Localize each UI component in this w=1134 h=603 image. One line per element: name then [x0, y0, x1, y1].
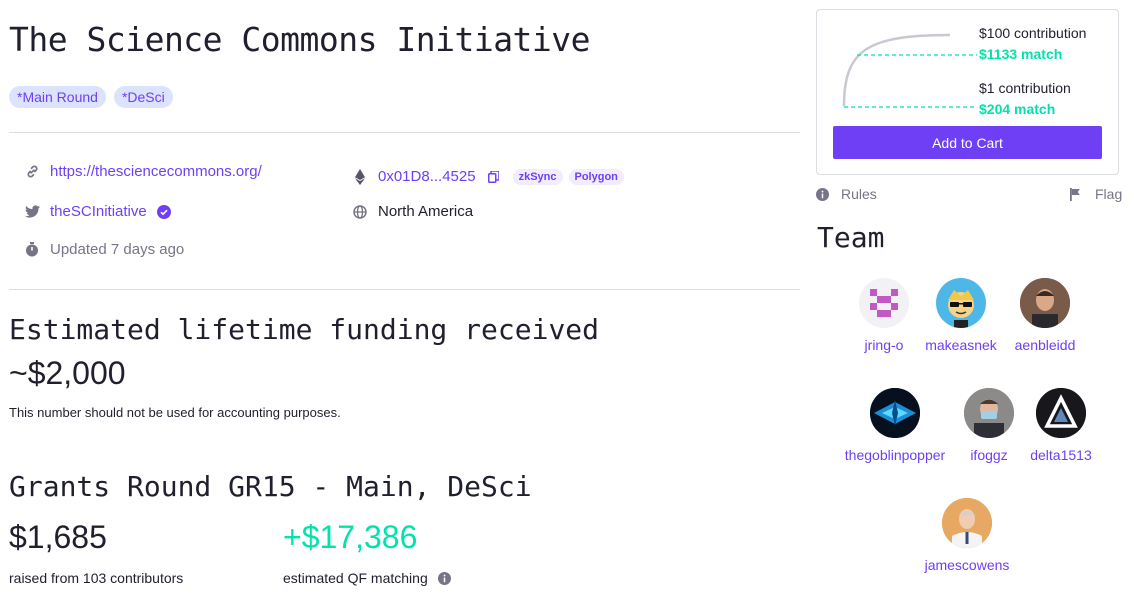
info-icon[interactable] [437, 572, 451, 588]
bottom-contribution-label: $1 contribution [979, 80, 1071, 96]
verified-badge-icon [156, 204, 171, 219]
wallet-address[interactable]: 0x01D8...4525 [378, 168, 476, 185]
website-row: https://thesciencecommons.org/ [24, 163, 262, 180]
match-estimate-card: $100 contribution $1133 match $1 contrib… [816, 9, 1119, 175]
tag-desci[interactable]: *DeSci [113, 86, 173, 108]
team-member[interactable]: aenbleidd [990, 278, 1100, 353]
ethereum-icon [352, 168, 368, 185]
flag-link[interactable]: Flag [1070, 186, 1122, 202]
member-name[interactable]: aenbleidd [990, 337, 1100, 353]
stopwatch-icon [24, 242, 40, 258]
info-icon [816, 187, 829, 201]
funding-heading: Estimated lifetime funding received [9, 313, 600, 346]
copy-icon[interactable] [487, 170, 499, 183]
funding-amount: ~$2,000 [9, 355, 126, 391]
region-row: North America [352, 203, 473, 220]
raised-label: raised from 103 contributors [9, 570, 184, 586]
top-contribution-label: $100 contribution [979, 25, 1087, 41]
divider [9, 132, 800, 133]
avatar [942, 498, 992, 548]
website-link[interactable]: https://thesciencecommons.org/ [50, 163, 262, 180]
avatar [1020, 278, 1070, 328]
top-match-value: $1133 match [979, 46, 1063, 62]
chain-badge-polygon: Polygon [568, 168, 624, 185]
tag-list: *Main Round *DeSci [9, 86, 173, 108]
matching-label: estimated QF matching [283, 570, 451, 588]
avatar [1036, 388, 1086, 438]
address-row: 0x01D8...4525 zkSync Polygon [352, 168, 624, 185]
chain-badge-zksync: zkSync [512, 168, 563, 185]
twitter-icon [24, 204, 40, 220]
team-member[interactable]: delta1513 [1006, 388, 1116, 463]
link-icon [24, 164, 40, 180]
bottom-match-value: $204 match [979, 101, 1056, 117]
team-heading: Team [817, 221, 885, 254]
funding-note: This number should not be used for accou… [9, 405, 341, 420]
twitter-link[interactable]: theSCInitiative [50, 203, 147, 220]
updated-text: Updated 7 days ago [50, 241, 185, 258]
region-text: North America [378, 203, 474, 220]
member-name[interactable]: jamescowens [912, 557, 1022, 573]
raised-amount: $1,685 [9, 519, 107, 555]
updated-row: Updated 7 days ago [24, 241, 184, 258]
matching-amount: +$17,386 [283, 519, 418, 555]
team-member[interactable]: jamescowens [912, 498, 1022, 573]
flag-icon [1070, 187, 1083, 201]
avatar [859, 278, 909, 328]
twitter-row: theSCInitiative [24, 203, 171, 220]
globe-icon [352, 204, 368, 220]
avatar [870, 388, 920, 438]
rules-link[interactable]: Rules [816, 186, 877, 202]
member-name[interactable]: delta1513 [1006, 447, 1116, 463]
tag-main-round[interactable]: *Main Round [9, 86, 106, 108]
avatar [936, 278, 986, 328]
add-to-cart-button[interactable]: Add to Cart [833, 126, 1102, 159]
divider [9, 289, 800, 290]
page-title: The Science Commons Initiative [9, 20, 591, 59]
round-heading: Grants Round GR15 - Main, DeSci [9, 470, 532, 503]
